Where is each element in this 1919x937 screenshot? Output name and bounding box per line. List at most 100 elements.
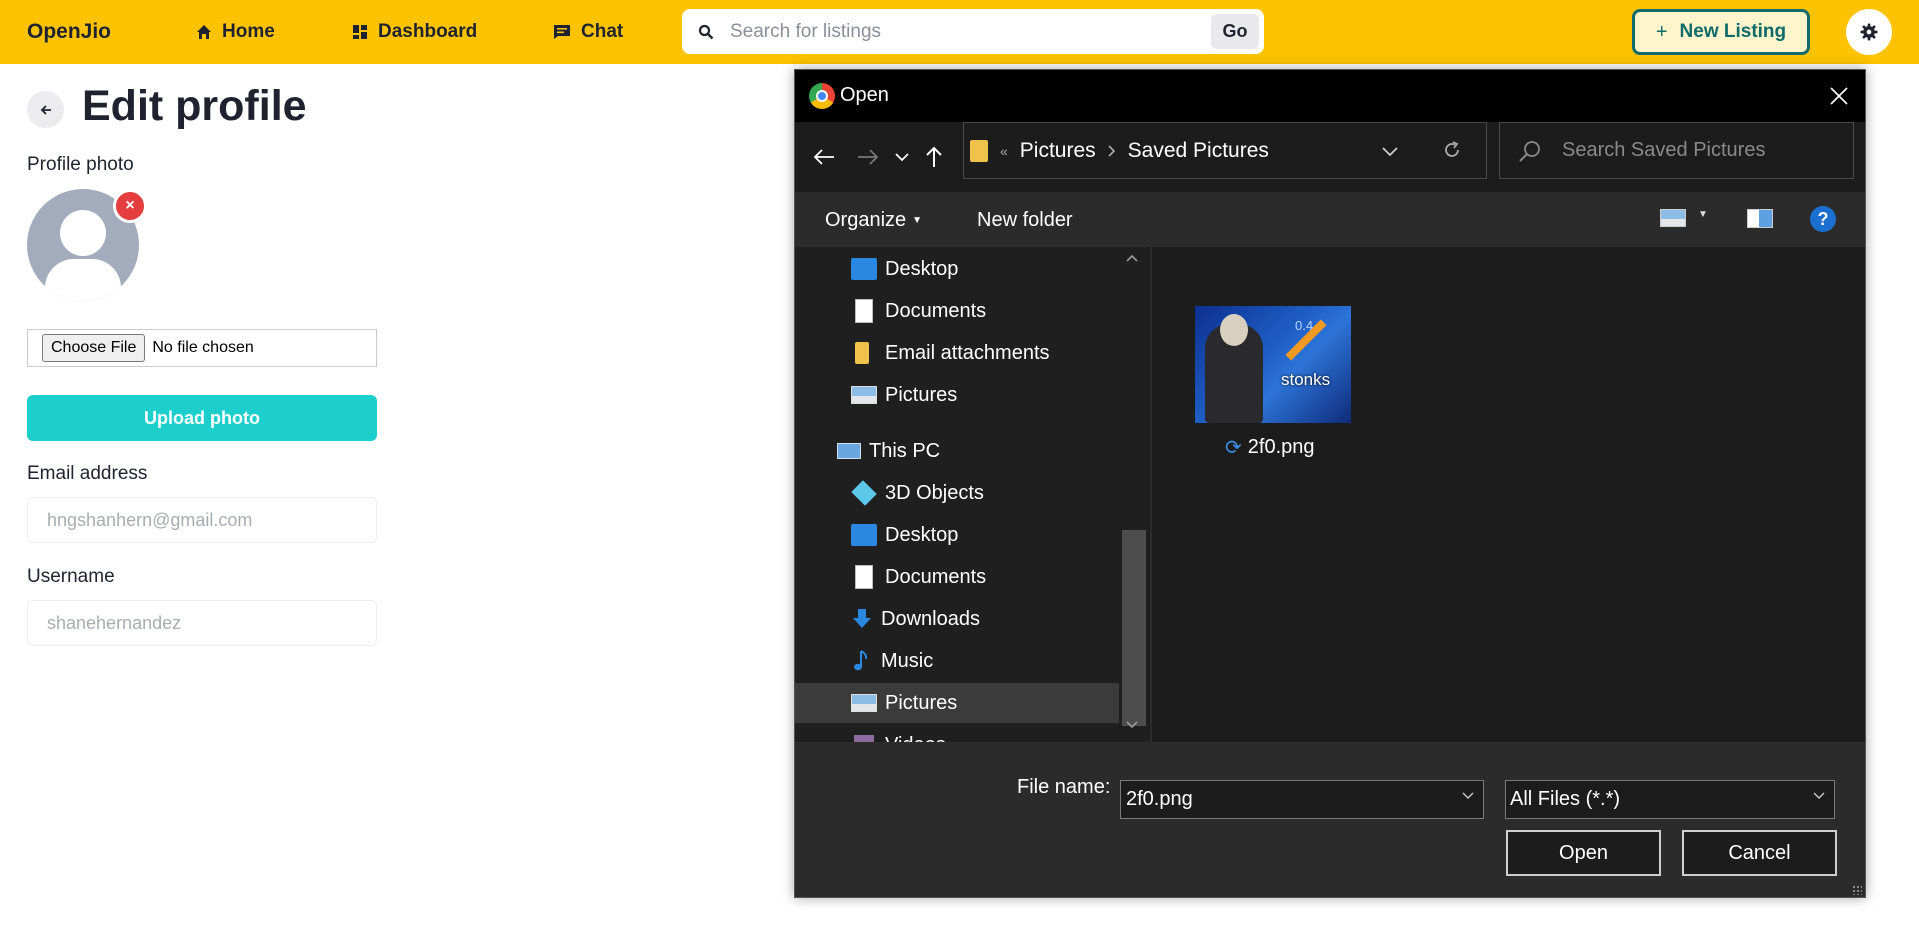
dialog-toolbar: Organize ▼ New folder ▼ ?: [795, 192, 1865, 247]
file-name-input[interactable]: 2f0.png: [1120, 780, 1484, 819]
folder-icon: [970, 139, 988, 162]
chevron-down-icon[interactable]: [1461, 791, 1475, 801]
tree-item-label: Desktop: [885, 257, 959, 280]
chrome-icon: [809, 83, 835, 109]
email-field[interactable]: hngshanhern@gmail.com: [27, 497, 377, 543]
choose-file-button[interactable]: Choose File: [42, 334, 146, 362]
chevron-right-icon: [1108, 144, 1115, 157]
home-icon: [197, 25, 211, 39]
preview-pane-icon[interactable]: [1747, 209, 1773, 228]
caret-down-icon[interactable]: ▼: [1698, 209, 1708, 220]
chevron-down-icon[interactable]: [1382, 145, 1398, 157]
dialog-title: Open: [840, 84, 889, 106]
tree-item-videos[interactable]: Videos: [795, 725, 1119, 742]
arrow-left-icon: [813, 149, 834, 165]
tree-item-pictures[interactable]: Pictures: [795, 375, 1119, 415]
tree-item-label: Music: [881, 649, 934, 672]
tree-item-desktop[interactable]: Desktop: [795, 515, 1119, 555]
breadcrumb-saved-pictures[interactable]: Saved Pictures: [1128, 139, 1269, 163]
file-type-select[interactable]: All Files (*.*): [1505, 780, 1835, 819]
refresh-icon[interactable]: [1442, 140, 1462, 160]
avatar-body-shape: [45, 259, 121, 301]
dashboard-icon: [353, 25, 367, 39]
tree-item-downloads[interactable]: Downloads: [795, 599, 1119, 639]
remove-photo-button[interactable]: ×: [113, 189, 147, 223]
pictures-icon: [851, 386, 877, 404]
file-name-label: File name:: [1017, 776, 1111, 798]
breadcrumb-pictures[interactable]: Pictures: [1020, 139, 1096, 163]
dialog-close-button[interactable]: [1825, 82, 1853, 110]
search-input[interactable]: Search for listings: [730, 21, 1211, 43]
back-nav-button[interactable]: [811, 144, 837, 170]
arrow-right-icon: [858, 149, 879, 165]
cancel-button[interactable]: Cancel: [1682, 830, 1837, 876]
chat-icon: [554, 25, 570, 39]
username-field[interactable]: shanehernandez: [27, 600, 377, 646]
address-bar[interactable]: « Pictures Saved Pictures: [963, 122, 1487, 179]
gear-icon: [1860, 23, 1878, 41]
settings-button[interactable]: [1846, 9, 1892, 55]
search-go-button[interactable]: Go: [1211, 14, 1259, 49]
tree-item-documents[interactable]: Documents: [795, 557, 1119, 597]
tree-item-label: Desktop: [885, 523, 959, 546]
avatar-head-shape: [60, 210, 106, 256]
file-name-value: 2f0.png: [1126, 788, 1193, 810]
dialog-search-input[interactable]: Search Saved Pictures: [1562, 139, 1765, 162]
tree-item-documents[interactable]: Documents: [795, 291, 1119, 331]
up-folder-button[interactable]: [921, 144, 947, 170]
nav-dashboard[interactable]: Dashboard: [352, 19, 477, 45]
tree-item-desktop[interactable]: Desktop: [795, 249, 1119, 289]
tree-item-label: This PC: [869, 439, 941, 462]
pictures-icon: [851, 694, 877, 712]
tree-item-label: Videos: [885, 734, 946, 743]
nav-home[interactable]: Home: [196, 19, 275, 45]
search-icon: [1519, 140, 1540, 162]
scroll-down-icon[interactable]: [1125, 720, 1139, 730]
view-options-icon[interactable]: [1660, 209, 1686, 227]
nav-dashboard-label: Dashboard: [378, 21, 478, 42]
videos-icon: [854, 735, 874, 742]
tree-scrollbar-thumb[interactable]: [1122, 530, 1146, 726]
recent-locations-button[interactable]: [889, 144, 915, 170]
folder-tree: Desktop Documents Email attachments Pict…: [795, 247, 1125, 742]
scroll-up-icon[interactable]: [1125, 253, 1139, 263]
top-navbar: OpenJio Home Dashboard Chat Search for l…: [0, 0, 1919, 64]
new-listing-button[interactable]: + New Listing: [1632, 9, 1810, 55]
upload-photo-button[interactable]: Upload photo: [27, 395, 377, 441]
address-overflow-icon[interactable]: «: [1000, 143, 1008, 159]
file-item-label[interactable]: ⟳ 2f0.png: [1225, 435, 1315, 460]
organize-menu[interactable]: Organize ▼: [825, 209, 922, 232]
tree-item-music[interactable]: Music: [795, 641, 1119, 681]
thumbnail-figure-head: [1220, 314, 1248, 346]
thumbnail-caption: stonks: [1281, 370, 1331, 389]
nav-chat[interactable]: Chat: [553, 19, 623, 45]
plus-icon: +: [1655, 20, 1668, 43]
music-icon: [854, 650, 868, 671]
nav-home-label: Home: [222, 21, 275, 42]
username-label: Username: [27, 566, 115, 587]
nav-chat-label: Chat: [581, 21, 624, 42]
documents-icon: [855, 299, 873, 323]
listing-search-bar[interactable]: Search for listings Go: [682, 9, 1264, 54]
resize-grip[interactable]: [1852, 885, 1862, 895]
tree-item-this-pc[interactable]: This PC: [795, 431, 1119, 471]
help-icon[interactable]: ?: [1810, 206, 1836, 232]
tree-item-3d-objects[interactable]: 3D Objects: [795, 473, 1119, 513]
open-file-dialog: Open « Pictures Saved Pictures Search Sa…: [794, 69, 1866, 898]
forward-nav-button[interactable]: [855, 144, 881, 170]
file-thumbnail[interactable]: 0.4 stonks: [1195, 306, 1351, 423]
dialog-search-box[interactable]: Search Saved Pictures: [1499, 122, 1854, 179]
caret-down-icon: ▼: [912, 215, 923, 227]
tree-item-pictures-selected[interactable]: Pictures: [795, 683, 1119, 723]
photo-file-input[interactable]: Choose File No file chosen: [27, 329, 377, 367]
this-pc-icon: [837, 443, 861, 459]
brand-logo[interactable]: OpenJio: [27, 20, 111, 44]
sync-icon: ⟳: [1225, 437, 1242, 459]
open-button[interactable]: Open: [1506, 830, 1661, 876]
tree-item-email-attachments[interactable]: Email attachments: [795, 333, 1119, 373]
new-folder-button[interactable]: New folder: [977, 209, 1073, 232]
back-button[interactable]: [27, 91, 64, 128]
new-listing-label: New Listing: [1679, 21, 1787, 42]
desktop-icon: [851, 524, 877, 546]
tree-item-label: 3D Objects: [885, 481, 984, 504]
